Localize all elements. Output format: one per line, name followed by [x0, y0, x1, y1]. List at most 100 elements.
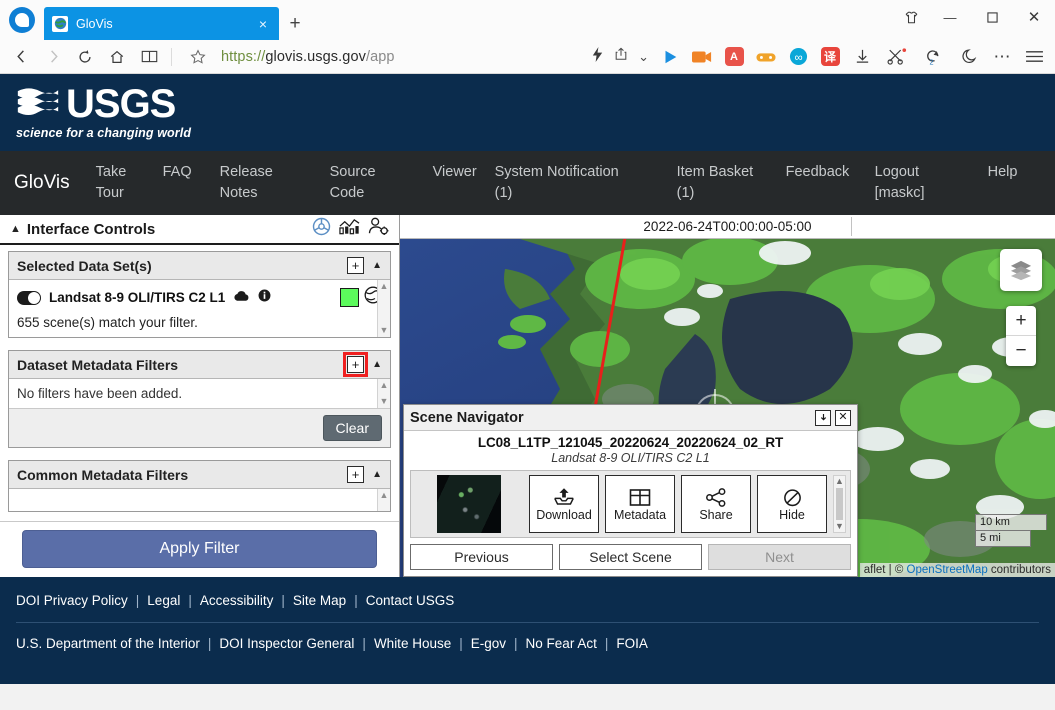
scene-thumbnail[interactable] — [437, 475, 501, 533]
user-settings-icon[interactable] — [368, 217, 389, 241]
window-minimize-button[interactable]: — — [929, 0, 971, 34]
nav-item-item-basket[interactable]: Item Basket (1) — [677, 162, 786, 204]
ext-infinity-icon[interactable]: ∞ — [783, 42, 813, 72]
share-page-icon[interactable] — [614, 47, 628, 66]
home-icon[interactable] — [102, 42, 132, 72]
hide-button[interactable]: Hide — [757, 475, 827, 533]
browser-menu-icon[interactable] — [1019, 42, 1049, 72]
scene-thumbnail-cell[interactable] — [415, 475, 523, 533]
ext-scissors-icon[interactable] — [879, 42, 915, 72]
share-button[interactable]: Share — [681, 475, 751, 533]
ext-adblock-icon[interactable]: A — [719, 42, 749, 72]
lightning-icon[interactable] — [591, 46, 604, 67]
bookmark-star-icon[interactable] — [183, 42, 213, 72]
nav-item-source-code[interactable]: Source Code — [330, 162, 433, 204]
dataset-metadata-filters-collapse-caret[interactable]: ▲ — [372, 359, 382, 370]
glovis-brand[interactable]: GloVis — [14, 172, 70, 194]
select-scene-button[interactable]: Select Scene — [559, 544, 702, 570]
scroll-up-arrow[interactable]: ▲ — [835, 477, 844, 486]
nav-item-logout[interactable]: Logout [maskc] — [875, 162, 988, 204]
back-icon[interactable] — [6, 42, 36, 72]
dataset-row[interactable]: Landsat 8-9 OLI/TIRS C2 L1 — [9, 280, 390, 313]
svg-text:2: 2 — [930, 57, 934, 66]
footer-link-white-house[interactable]: White House — [374, 636, 451, 651]
dataset-color-swatch[interactable] — [340, 288, 359, 307]
common-metadata-filters-header: Common Metadata Filters + ▲ — [9, 461, 390, 489]
nav-item-viewer[interactable]: Viewer — [433, 162, 495, 183]
zoom-in-button[interactable]: + — [1006, 306, 1036, 336]
new-tab-button[interactable]: + — [279, 7, 311, 40]
detach-icon[interactable] — [815, 409, 831, 426]
ext-history-icon[interactable]: 2 — [917, 42, 953, 72]
nav-item-help[interactable]: Help — [988, 162, 1018, 183]
footer-link-no-fear-act[interactable]: No Fear Act — [526, 636, 597, 651]
dataset-toggle[interactable] — [17, 290, 41, 305]
address-bar[interactable]: https://glovis.usgs.gov/app ⌄ — [179, 42, 653, 72]
close-icon[interactable]: ✕ — [835, 409, 851, 426]
scroll-down-arrow[interactable]: ▼ — [835, 522, 844, 531]
ext-dark-mode-icon[interactable] — [955, 42, 985, 72]
reader-view-icon[interactable] — [134, 42, 164, 72]
zoom-out-button[interactable]: − — [1006, 336, 1036, 366]
footer-link-contact-usgs[interactable]: Contact USGS — [366, 593, 455, 608]
dataset-metadata-filters-add-button[interactable]: + — [343, 352, 369, 377]
nav-label-line1: Item Basket — [676, 163, 754, 180]
footer-link-doi-privacy-policy[interactable]: DOI Privacy Policy — [16, 593, 128, 608]
footer-link-egov[interactable]: E-gov — [471, 636, 506, 651]
nav-item-take-tour[interactable]: Take Tour — [96, 162, 163, 204]
common-metadata-filters-add-button[interactable]: + — [347, 466, 365, 483]
scroll-up-arrow[interactable]: ▲ — [380, 282, 389, 291]
scroll-down-arrow[interactable]: ▼ — [380, 397, 389, 406]
footer-link-accessibility[interactable]: Accessibility — [200, 593, 274, 608]
ext-game-controller-icon[interactable] — [751, 42, 781, 72]
info-icon[interactable] — [258, 289, 271, 307]
ext-video-recorder-icon[interactable] — [687, 42, 717, 72]
theme-shirt-icon[interactable] — [893, 0, 929, 34]
bar-chart-icon[interactable] — [339, 218, 360, 241]
common-metadata-filters-collapse-caret[interactable]: ▲ — [372, 469, 382, 480]
chevron-down-icon[interactable]: ⌄ — [638, 49, 649, 65]
ext-download-icon[interactable] — [847, 42, 877, 72]
nav-item-system-notification[interactable]: System Notification (1) — [495, 162, 677, 204]
nav-item-faq[interactable]: FAQ — [163, 162, 220, 183]
footer-link-foia[interactable]: FOIA — [616, 636, 648, 651]
scroll-up-arrow[interactable]: ▲ — [380, 381, 389, 390]
nav-label-line2: Tour — [95, 185, 124, 201]
nav-item-feedback[interactable]: Feedback — [786, 162, 875, 183]
footer-link-legal[interactable]: Legal — [147, 593, 180, 608]
clear-button[interactable]: Clear — [322, 415, 382, 441]
scrollbar-thumb[interactable] — [836, 488, 843, 520]
steering-wheel-icon[interactable] — [312, 217, 331, 241]
nav-item-release-notes[interactable]: Release Notes — [220, 162, 330, 204]
selected-data-sets-collapse-caret[interactable]: ▲ — [372, 260, 382, 271]
footer-link-site-map[interactable]: Site Map — [293, 593, 346, 608]
scene-actions-scrollbar[interactable]: ▲ ▼ — [833, 475, 846, 533]
scroll-down-arrow[interactable]: ▼ — [380, 326, 389, 335]
cloud-icon[interactable] — [233, 289, 250, 307]
leaflet-map[interactable]: + − 10 km 5 mi aflet | © OpenStreetMap c… — [400, 239, 1055, 577]
browser-tab-glovis[interactable]: GloVis × — [44, 7, 279, 40]
window-close-button[interactable]: ✕ — [1013, 0, 1055, 34]
tab-close-icon[interactable]: × — [255, 16, 271, 32]
openstreetmap-link[interactable]: OpenStreetMap — [907, 564, 988, 576]
ext-video-play-icon[interactable] — [655, 42, 685, 72]
selected-data-sets-scrollbar[interactable]: ▲ ▼ — [377, 280, 390, 337]
map-layers-button[interactable] — [1000, 249, 1042, 291]
ext-more-icon[interactable]: ⋯ — [987, 42, 1017, 72]
common-metadata-filters-scrollbar[interactable]: ▲ — [377, 489, 390, 511]
interface-controls-collapse-caret[interactable]: ▲ — [10, 223, 21, 235]
metadata-button[interactable]: Metadata — [605, 475, 675, 533]
dataset-metadata-filters-scrollbar[interactable]: ▲ ▼ — [377, 379, 390, 408]
reload-icon[interactable] — [70, 42, 100, 72]
usgs-logo[interactable]: USGS science for a changing world — [16, 84, 191, 140]
previous-button[interactable]: Previous — [410, 544, 553, 570]
ext-translate-icon[interactable]: 译 — [815, 42, 845, 72]
download-button[interactable]: Download — [529, 475, 599, 533]
map-container: 2022-06-24T00:00:00-05:00 + − 10 km 5 mi… — [400, 215, 1055, 577]
scroll-up-arrow[interactable]: ▲ — [380, 491, 389, 500]
selected-data-sets-add-button[interactable]: + — [347, 257, 365, 274]
apply-filter-button[interactable]: Apply Filter — [22, 530, 377, 568]
window-maximize-button[interactable] — [971, 0, 1013, 34]
footer-link-doi-inspector-general[interactable]: DOI Inspector General — [219, 636, 354, 651]
footer-link-department-of-interior[interactable]: U.S. Department of the Interior — [16, 636, 200, 651]
